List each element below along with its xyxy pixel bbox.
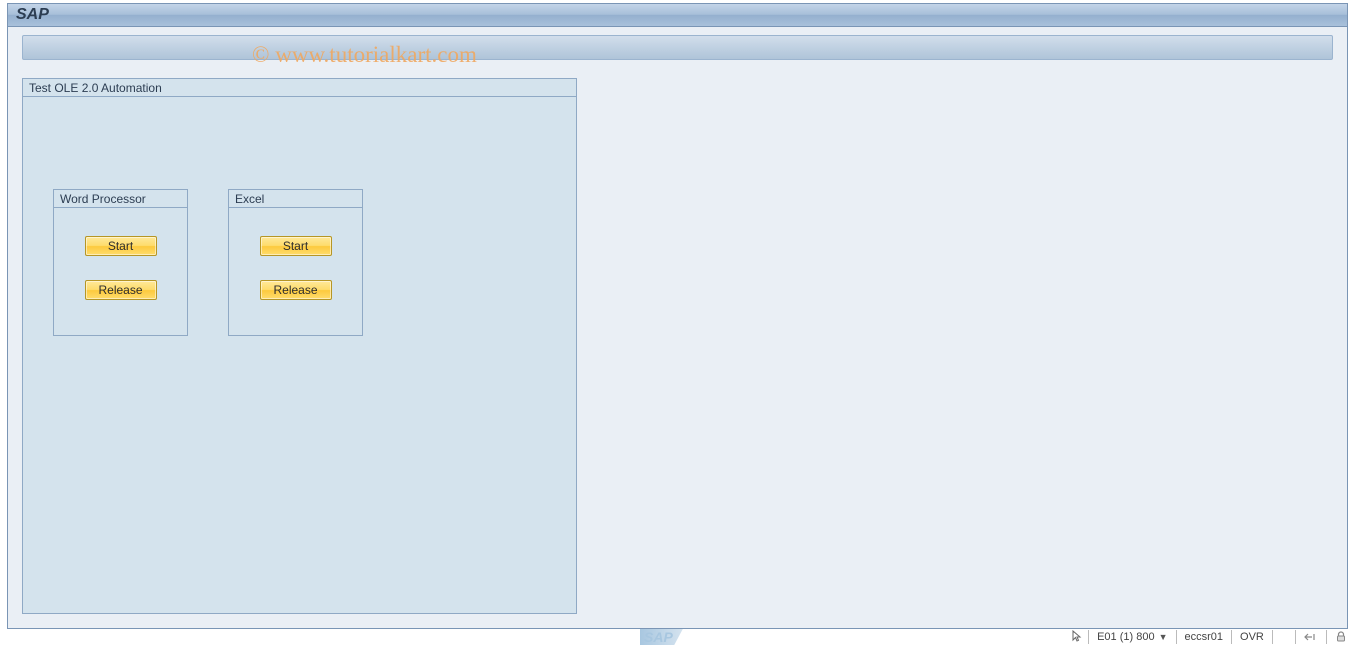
main-group-box: Test OLE 2.0 Automation Word Processor S… <box>22 78 577 614</box>
sap-window: SAP Test OLE 2.0 Automation Word Process… <box>7 3 1348 629</box>
status-bar: E01 (1) 800 ▼ eccsr01 OVR <box>1072 629 1355 645</box>
content-area: Test OLE 2.0 Automation Word Processor S… <box>8 66 1347 628</box>
start-button-excel[interactable]: Start <box>260 236 332 256</box>
panel-excel-body: Start Release <box>229 208 362 300</box>
window-title: SAP <box>16 6 49 24</box>
panel-excel: Excel Start Release <box>228 189 363 336</box>
panel-word-body: Start Release <box>54 208 187 300</box>
release-button-excel[interactable]: Release <box>260 280 332 300</box>
title-bar: SAP <box>8 4 1347 27</box>
main-group-title: Test OLE 2.0 Automation <box>23 79 576 97</box>
release-button-word[interactable]: Release <box>85 280 157 300</box>
start-button-word[interactable]: Start <box>85 236 157 256</box>
panel-container: Word Processor Start Release Excel Start… <box>23 97 576 336</box>
cursor-icon <box>1072 630 1088 645</box>
application-toolbar[interactable] <box>22 35 1333 60</box>
panel-word-processor: Word Processor Start Release <box>53 189 188 336</box>
panel-excel-title: Excel <box>229 190 362 208</box>
panel-word-title: Word Processor <box>54 190 187 208</box>
sap-logo: SAP <box>640 629 683 645</box>
